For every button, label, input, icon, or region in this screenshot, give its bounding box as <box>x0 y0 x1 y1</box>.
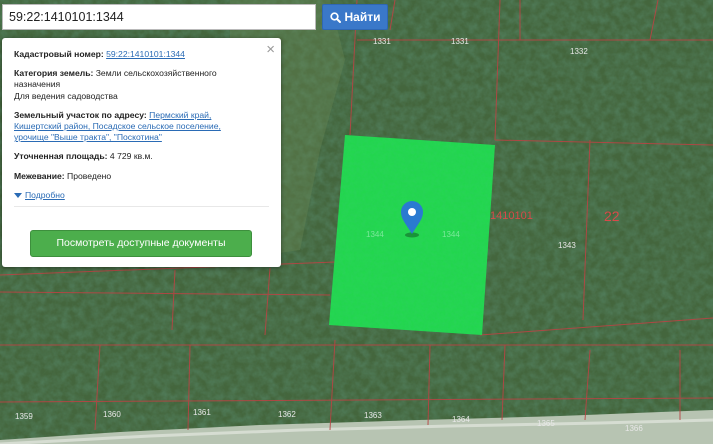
search-icon <box>329 11 341 23</box>
address-link-region[interactable]: Пермский край, <box>149 110 211 120</box>
parcel-label: 1344 <box>366 230 384 239</box>
details-toggle[interactable]: Подробно <box>14 190 65 201</box>
divider <box>14 206 269 208</box>
address-row: Земельный участок по адресу: Пермский кр… <box>14 110 269 144</box>
survey-value: Проведено <box>67 170 112 181</box>
parcel-label: 1366 <box>625 424 643 433</box>
land-use-value: Для ведения садоводства <box>14 90 118 101</box>
parcel-label: 1363 <box>364 411 382 420</box>
address-link-locality[interactable]: урочище "Выше тракта", "Поскотина" <box>14 132 162 142</box>
cadastral-number-label: Кадастровый номер: <box>14 49 104 59</box>
parcel-label: 1362 <box>278 410 296 419</box>
parcel-label: 1344 <box>442 230 460 239</box>
land-category-row: Категория земель: Земли сельскохозяйстве… <box>14 68 269 102</box>
search-button-label: Найти <box>344 10 381 24</box>
land-category-value-cont: назначения <box>14 79 61 90</box>
parcel-label: 1343 <box>558 241 576 250</box>
parcel-info-panel: × Кадастровый номер: 59:22:1410101:1344 … <box>2 38 281 267</box>
close-icon[interactable]: × <box>266 42 275 57</box>
area-label: Уточненная площадь: <box>14 151 108 162</box>
parcel-label: 1331 <box>373 37 391 46</box>
view-documents-button[interactable]: Посмотреть доступные документы <box>30 230 252 257</box>
area-row: Уточненная площадь: 4 729 кв.м. <box>14 151 269 162</box>
land-category-label: Категория земель: <box>14 68 94 79</box>
parcel-label: 1365 <box>537 419 555 428</box>
cadastral-number-row: Кадастровый номер: 59:22:1410101:1344 <box>14 49 269 60</box>
area-value: 4 729 кв.м. <box>109 151 153 162</box>
view-documents-label: Посмотреть доступные документы <box>56 236 226 249</box>
address-link-district[interactable]: Кишертский район, Посадское сельское пос… <box>14 121 221 131</box>
caret-down-icon <box>14 192 22 198</box>
survey-row: Межевание: Проведено <box>14 171 269 182</box>
cadastral-number-link[interactable]: 59:22:1410101:1344 <box>106 49 185 59</box>
parcel-label: 1364 <box>452 415 470 424</box>
quarter-label: 1410101 <box>490 210 533 222</box>
zone-label: 22 <box>604 208 620 224</box>
address-label: Земельный участок по адресу: <box>14 109 147 120</box>
parcel-label: 1359 <box>15 412 33 421</box>
search-input[interactable] <box>2 4 316 30</box>
details-toggle-label: Подробно <box>25 189 65 200</box>
search-button[interactable]: Найти <box>322 4 388 30</box>
land-category-value: Земли сельскохозяйственного <box>95 68 217 79</box>
parcel-label: 1331 <box>451 37 469 46</box>
parcel-label: 1332 <box>570 47 588 56</box>
parcel-label: 1361 <box>193 408 211 417</box>
survey-label: Межевание: <box>14 170 65 181</box>
parcel-label: 1360 <box>103 410 121 419</box>
